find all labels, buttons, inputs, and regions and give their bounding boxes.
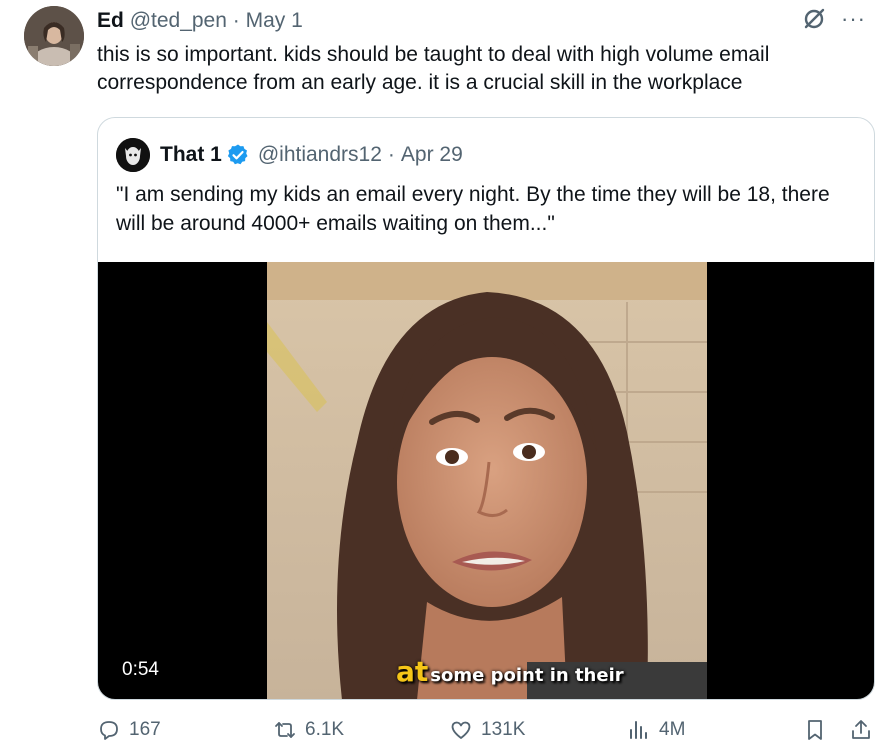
author-handle[interactable]: @ted_pen [130,9,227,32]
reply-icon [100,721,118,740]
tweet-text: this is so important. kids should be tau… [97,43,770,94]
quoted-author-handle[interactable]: @ihtiandrs12 [258,143,382,167]
author-avatar[interactable] [24,6,84,66]
like-count: 131K [481,719,526,740]
repost-button[interactable]: 6.1K [273,718,344,742]
share-icon [852,720,870,739]
grok-icon[interactable] [801,6,827,32]
more-icon[interactable]: ··· [841,8,866,30]
quoted-tweet-date[interactable]: Apr 29 [401,143,463,167]
bookmark-icon [808,720,822,740]
video-caption: at some point in their [396,655,624,688]
verified-badge-icon [227,144,248,165]
like-button[interactable]: 131K [449,718,525,742]
separator-dot: · [232,9,240,32]
repost-icon [275,722,295,738]
quoted-tweet[interactable]: That 1 @ihtiandrs12 · Apr 29 "I am sendi… [97,117,875,700]
video-duration: 0:54 [112,656,169,684]
tweet-actions: 167 6.1K 131K 4M [97,718,875,748]
quoted-author-name[interactable]: That 1 [160,143,222,167]
tweet-top-actions: ··· [801,6,866,32]
like-icon [451,721,471,739]
bookmark-button[interactable] [803,718,827,742]
tweet: Ed @ted_pen · May 1 ··· this is so impor… [0,0,880,750]
caption-text: some point in their [430,665,624,686]
tweet-header: Ed @ted_pen · May 1 [97,8,303,34]
views-count: 4M [659,719,686,740]
video-frame [267,262,707,699]
share-button[interactable] [849,718,873,742]
tweet-date[interactable]: May 1 [246,9,303,32]
quoted-author-avatar[interactable] [116,138,150,172]
video-player[interactable]: 0:54 at some point in their [98,262,874,699]
reply-button[interactable]: 167 [97,718,161,742]
author-name[interactable]: Ed [97,9,124,32]
quoted-tweet-text: "I am sending my kids an email every nig… [116,183,830,235]
views-icon [630,721,647,739]
caption-accent-word: at [396,655,429,688]
separator-dot: · [387,143,395,166]
quoted-tweet-header: That 1 @ihtiandrs12 · Apr 29 [116,138,463,172]
views-button[interactable]: 4M [627,718,685,742]
repost-count: 6.1K [305,719,345,740]
reply-count: 167 [129,719,161,740]
